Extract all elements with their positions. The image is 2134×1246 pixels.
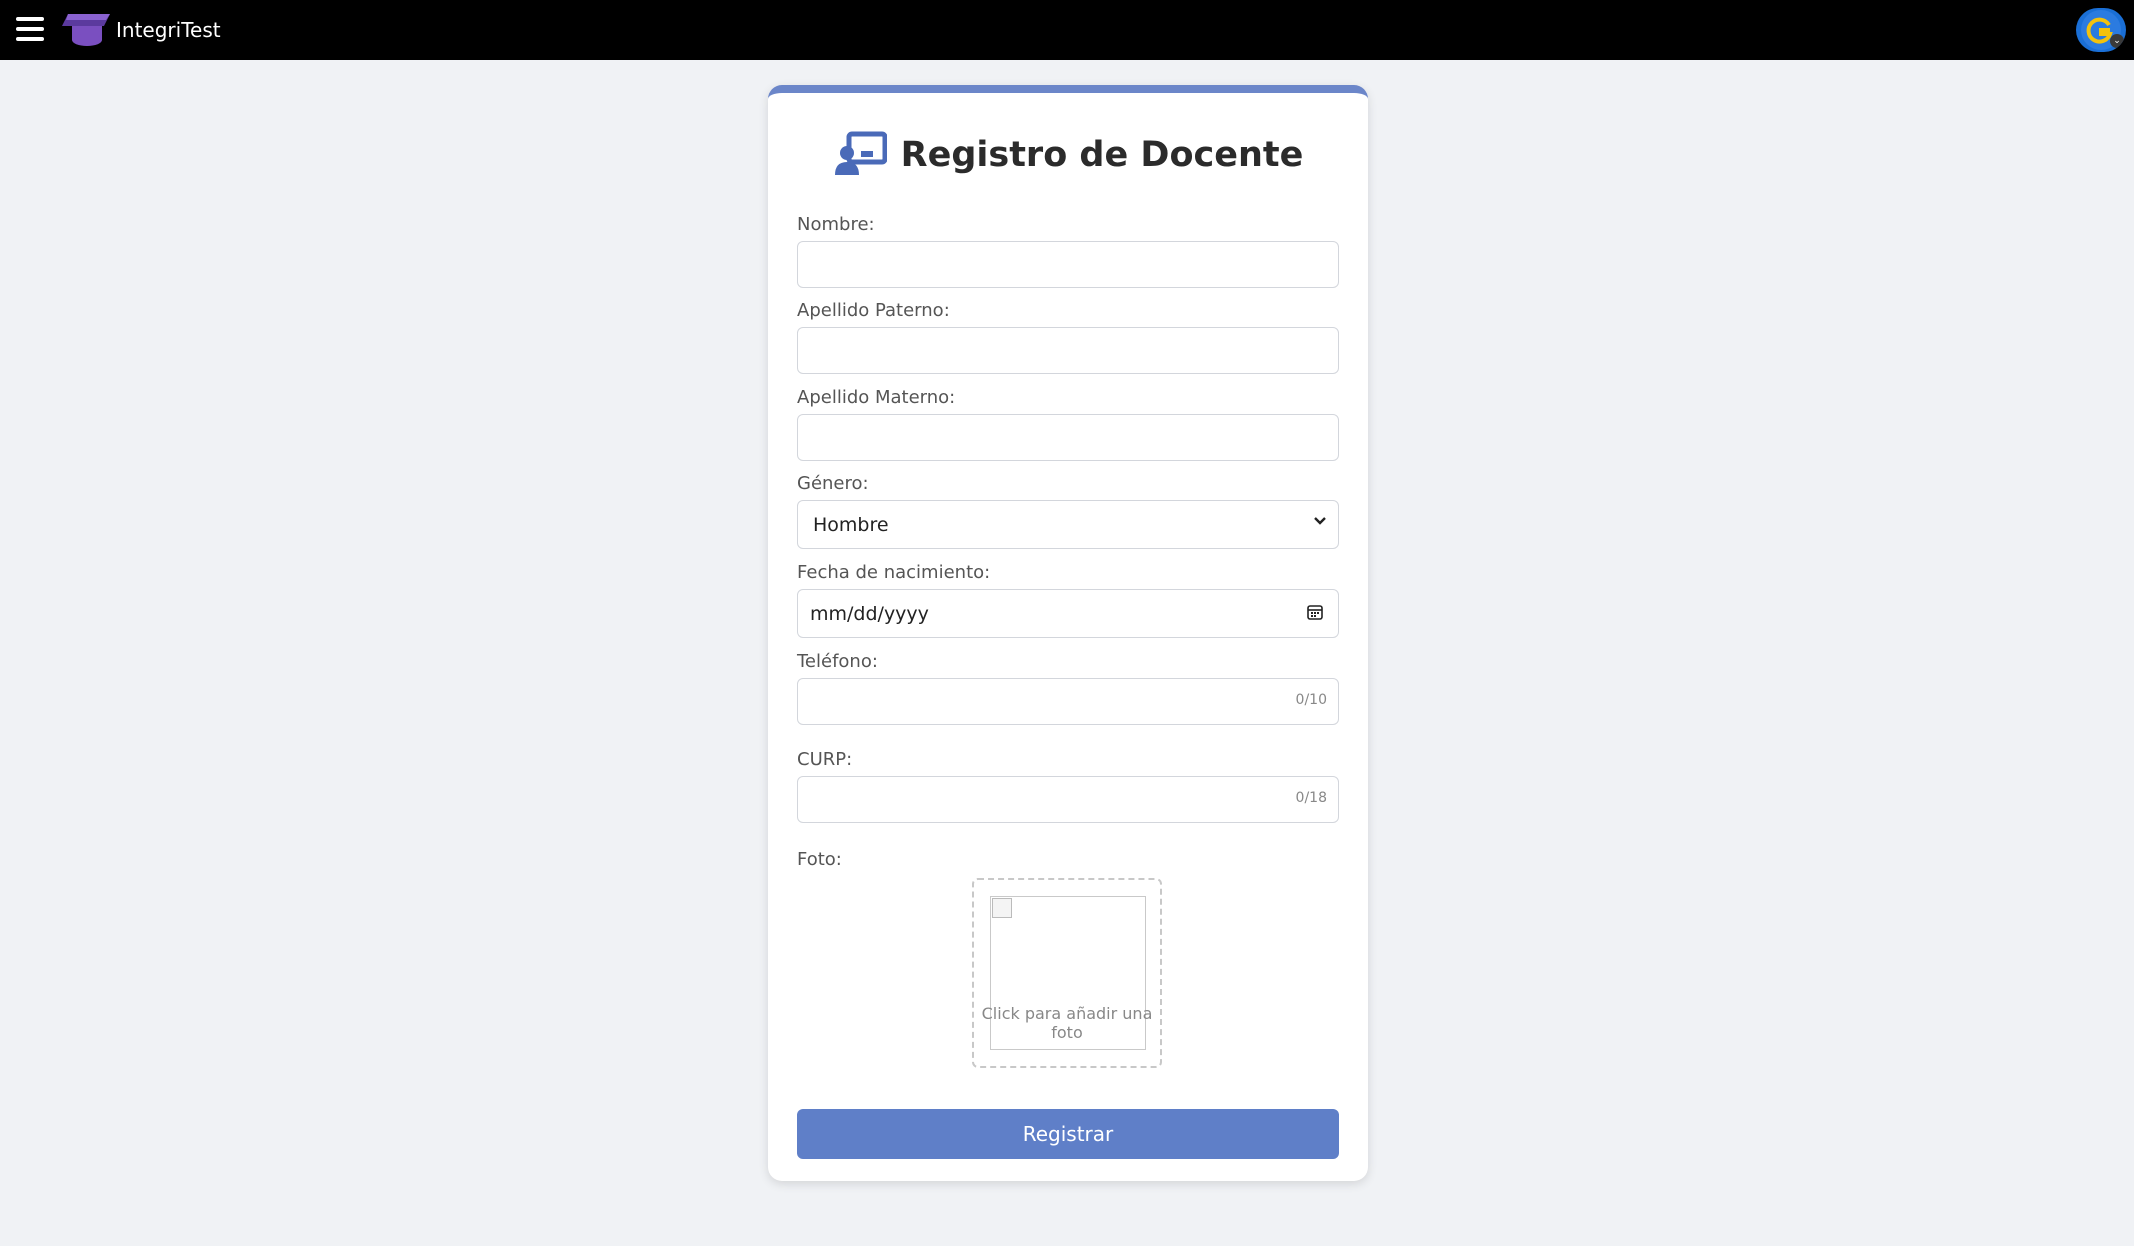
fecha-placeholder: mm/dd/yyyy [810,602,929,625]
foto-label: Foto: [797,849,842,870]
teacher-board-icon [834,131,887,175]
apellido-paterno-label: Apellido Paterno: [797,300,950,321]
page-title: Registro de Docente [900,135,1304,175]
chevron-down-icon: ⌄ [2110,34,2124,48]
genero-select[interactable]: Hombre [797,500,1339,549]
photo-upload-area[interactable]: Click para añadir una foto [972,878,1162,1068]
genero-value: Hombre [813,513,889,536]
apellido-materno-label: Apellido Materno: [797,387,956,408]
fecha-nacimiento-label: Fecha de nacimiento: [797,562,991,583]
registration-card: Registro de Docente Nombre: Apellido Pat… [768,85,1368,1181]
apellido-materno-input[interactable] [797,414,1339,461]
telefono-input[interactable]: 0/10 [797,678,1339,725]
hamburger-menu-icon[interactable] [16,17,44,41]
form-header: Registro de Docente [768,127,1368,183]
curp-input[interactable]: 0/18 [797,776,1339,823]
curp-char-counter: 0/18 [1295,790,1327,806]
apellido-paterno-input[interactable] [797,327,1339,374]
calendar-icon[interactable] [1306,603,1324,621]
telefono-char-counter: 0/10 [1295,692,1327,708]
nombre-label: Nombre: [797,214,875,235]
photo-upload-hint: Click para añadir una foto [981,1004,1153,1042]
registrar-button[interactable]: Registrar [797,1109,1339,1159]
app-name[interactable]: IntegriTest [116,17,221,43]
top-navbar: IntegriTest ⌄ [0,0,2134,60]
fecha-nacimiento-input[interactable]: mm/dd/yyyy [797,589,1339,638]
genero-label: Género: [797,473,869,494]
user-avatar[interactable]: ⌄ [2076,8,2126,52]
graduation-cap-icon[interactable] [58,10,112,50]
telefono-label: Teléfono: [797,651,878,672]
chevron-down-icon [1314,517,1326,525]
curp-label: CURP: [797,749,853,770]
broken-image-icon [992,898,1012,918]
nombre-input[interactable] [797,241,1339,288]
